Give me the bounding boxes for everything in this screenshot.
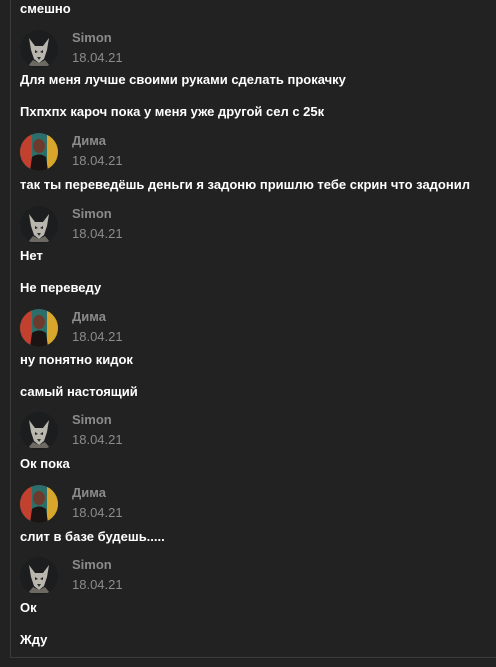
message-text: Нет (20, 248, 43, 263)
left-border-line (10, 0, 11, 657)
message-text: самый настоящий (20, 384, 138, 399)
person-avatar-icon (20, 309, 58, 347)
message-text: Для меня лучше своими руками сделать про… (20, 72, 346, 87)
person-avatar-icon (20, 133, 58, 171)
message-date: 18.04.21 (72, 505, 123, 520)
message-text: Ок (20, 600, 37, 615)
author-name[interactable]: Simon (72, 412, 112, 427)
bottom-border-line (10, 657, 496, 658)
message-text: так ты переведёшь деньги я задоню пришлю… (20, 177, 470, 192)
message-date: 18.04.21 (72, 577, 123, 592)
message-date: 18.04.21 (72, 50, 123, 65)
message-text: слит в базе будешь..... (20, 529, 165, 544)
person-avatar-icon (20, 485, 58, 523)
dima-avatar[interactable] (20, 309, 58, 347)
author-name[interactable]: Simon (72, 30, 112, 45)
wolf-avatar-icon (20, 30, 58, 68)
author-name[interactable]: Дима (72, 485, 106, 500)
dima-avatar[interactable] (20, 133, 58, 171)
message-text: ну понятно кидок (20, 352, 133, 367)
message-date: 18.04.21 (72, 432, 123, 447)
wolf-avatar-icon (20, 412, 58, 450)
dima-avatar[interactable] (20, 485, 58, 523)
author-name[interactable]: Дима (72, 133, 106, 148)
author-name[interactable]: Дима (72, 309, 106, 324)
simon-avatar[interactable] (20, 30, 58, 68)
author-name[interactable]: Simon (72, 206, 112, 221)
message-text: Не переведу (20, 280, 102, 295)
author-name[interactable]: Simon (72, 557, 112, 572)
message-text: смешно (20, 1, 71, 16)
wolf-avatar-icon (20, 206, 58, 244)
simon-avatar[interactable] (20, 557, 58, 595)
message-date: 18.04.21 (72, 226, 123, 241)
wolf-avatar-icon (20, 557, 58, 595)
simon-avatar[interactable] (20, 412, 58, 450)
message-text: Жду (20, 632, 48, 647)
message-date: 18.04.21 (72, 153, 123, 168)
simon-avatar[interactable] (20, 206, 58, 244)
message-text: Пхпхпх кароч пока у меня уже другой сел … (20, 104, 325, 119)
message-text: Ок пока (20, 456, 70, 471)
message-date: 18.04.21 (72, 329, 123, 344)
